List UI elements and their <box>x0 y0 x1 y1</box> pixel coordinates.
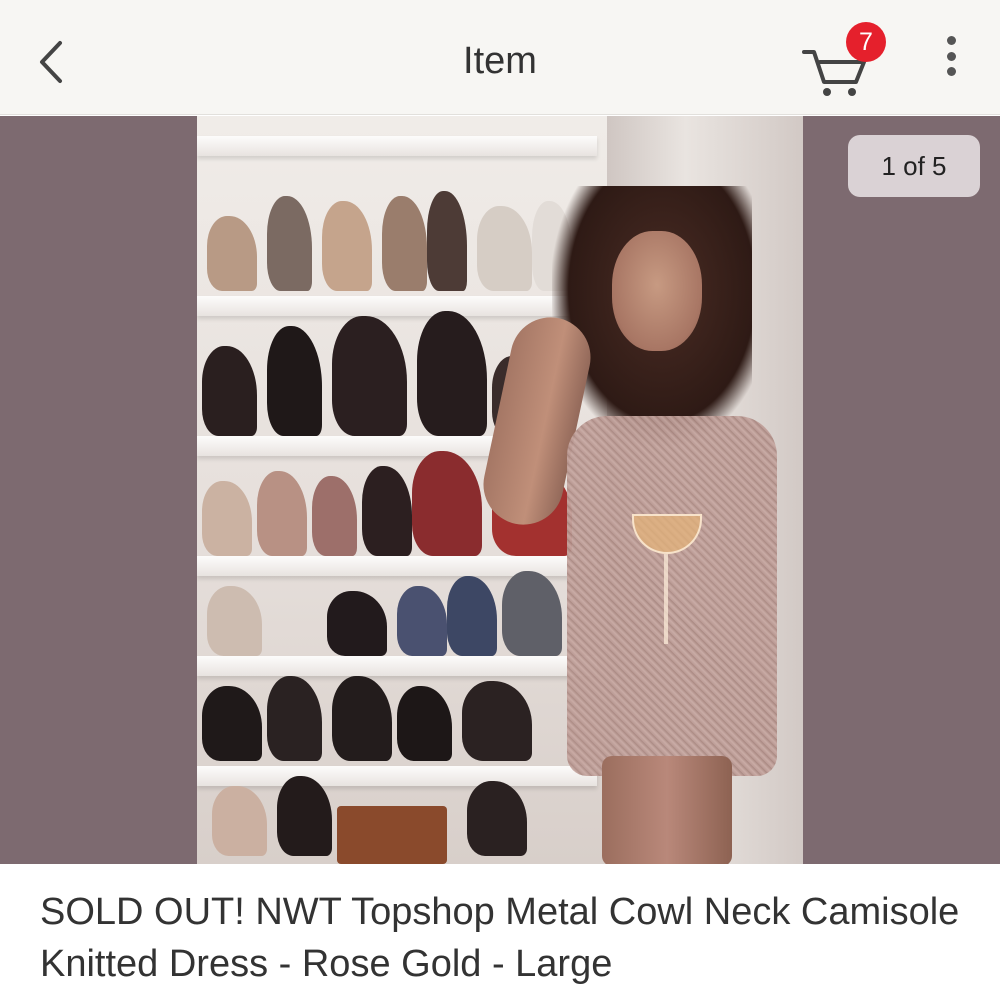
photo-shoe <box>207 586 262 656</box>
photo-shoe <box>267 326 322 436</box>
photo-shoe <box>322 201 372 291</box>
photo-shoe <box>207 216 257 291</box>
photo-shoe <box>427 191 467 291</box>
photo-shoe <box>397 686 452 761</box>
photo-shoe <box>202 346 257 436</box>
photo-shoe <box>267 196 312 291</box>
photo-shoe <box>362 466 412 556</box>
photo-shoebox <box>337 806 447 864</box>
item-title: SOLD OUT! NWT Topshop Metal Cowl Neck Ca… <box>40 891 960 985</box>
photo-shoe <box>502 571 562 656</box>
photo-shoe <box>397 586 447 656</box>
photo-model-legs <box>602 756 732 864</box>
photo-shoe <box>212 786 267 856</box>
more-options-button[interactable] <box>932 36 970 88</box>
photo-shoe <box>382 196 427 291</box>
photo-shoe <box>257 471 307 556</box>
photo-shoe <box>277 776 332 856</box>
photo-shelf <box>197 656 597 676</box>
photo-model-face <box>612 231 702 351</box>
photo-shoe <box>202 686 262 761</box>
photo-shoe <box>412 451 482 556</box>
photo-shoe <box>312 476 357 556</box>
top-nav-bar: Item 7 <box>0 0 1000 115</box>
photo-shoe <box>327 591 387 656</box>
photo-shelf <box>197 136 597 156</box>
product-photo[interactable] <box>197 116 803 864</box>
photo-glass-stem <box>664 554 668 644</box>
photo-shoe <box>467 781 527 856</box>
back-button[interactable] <box>28 32 74 92</box>
photo-shoe <box>332 316 407 436</box>
photo-shoe <box>417 311 487 436</box>
photo-shelf <box>197 766 597 786</box>
more-vertical-icon <box>946 36 956 76</box>
image-carousel[interactable]: 1 of 5 <box>0 116 1000 864</box>
cart-count-badge: 7 <box>846 22 886 62</box>
photo-shoe <box>462 681 532 761</box>
photo-shoe <box>332 676 392 761</box>
photo-shoe <box>447 576 497 656</box>
photo-shoe <box>202 481 252 556</box>
cart-button[interactable]: 7 <box>800 22 890 96</box>
photo-model-dress <box>567 416 777 776</box>
chevron-left-icon <box>40 41 62 83</box>
photo-shelf <box>197 296 597 316</box>
photo-shoe <box>477 206 532 291</box>
image-counter: 1 of 5 <box>848 135 980 197</box>
photo-shoe <box>267 676 322 761</box>
